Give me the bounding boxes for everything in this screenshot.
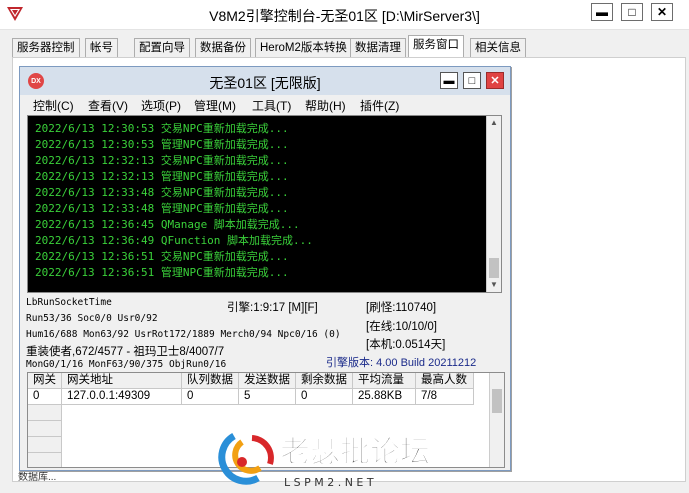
maximize-button[interactable]: □: [621, 3, 643, 21]
col-send-data: 发送数据: [239, 373, 296, 389]
col-avg-traffic: 平均流量: [353, 373, 416, 389]
engine-version: 引擎版本: 4.00 Build 20211212: [326, 357, 477, 369]
server-window: DX 无圣01区 [无限版] ▬ □ ✕ 控制(C) 查看(V) 选项(P) 管…: [19, 66, 511, 471]
log-line: 2022/6/13 12:36:51 交易NPC重新加载完成...: [35, 250, 289, 263]
server-window-title: 无圣01区 [无限版]: [209, 75, 321, 91]
hum-stats: Hum16/688 Mon63/92 UsrRot172/1889 Merch0…: [26, 329, 341, 340]
server-close-button[interactable]: ✕: [486, 72, 504, 89]
forum-watermark: 老瑟批论坛 L S P M 2 . N E T: [218, 432, 431, 489]
online-count: [在线:10/10/0]: [366, 321, 437, 333]
engine-time: 引擎:1:9:17 [M][F]: [227, 302, 318, 314]
server-minimize-button[interactable]: ▬: [440, 72, 458, 89]
col-gateway: 网关: [28, 373, 62, 389]
cell-gateway: 0: [28, 389, 62, 405]
title-bar: V8M2引擎控制台-无圣01区 [D:\MirServer3\] ▬ □ ✕: [0, 0, 689, 30]
tab-config-wizard[interactable]: 配置向导: [134, 38, 190, 57]
log-line: 2022/6/13 12:36:49 QFunction 脚本加载完成...: [35, 234, 313, 247]
menu-manage[interactable]: 管理(M): [194, 97, 236, 114]
empty-row: [28, 437, 62, 453]
watermark-url: L S P M 2 . N E T: [284, 476, 374, 489]
log-line: 2022/6/13 12:36:45 QManage 脚本加载完成...: [35, 218, 300, 231]
boss-stats: 重装使者,672/4577 - 祖玛卫士8/4007/7: [26, 346, 225, 358]
menu-help[interactable]: 帮助(H): [305, 97, 346, 114]
forum-logo-icon: [218, 432, 274, 485]
close-button[interactable]: ✕: [651, 3, 673, 21]
mong-stats: MonG0/1/16 MonF63/90/375 ObjRun0/16: [26, 359, 227, 370]
tab-service-window[interactable]: 服务窗口: [408, 35, 464, 58]
empty-row: [28, 421, 62, 437]
menu-options[interactable]: 选项(P): [141, 97, 181, 114]
log-line: 2022/6/13 12:32:13 管理NPC重新加载完成...: [35, 170, 289, 183]
tab-bar: 服务器控制 帐号 配置向导 数据备份 HeroM2版本转换 数据清理 服务窗口 …: [0, 30, 689, 58]
scroll-up-icon[interactable]: ▲: [487, 116, 501, 130]
row-stub: [28, 405, 62, 421]
cell-send-data: 5: [239, 389, 296, 405]
minimize-button[interactable]: ▬: [591, 3, 613, 21]
log-line: 2022/6/13 12:30:53 管理NPC重新加载完成...: [35, 138, 289, 151]
menu-view[interactable]: 查看(V): [88, 97, 128, 114]
watermark-text: 老瑟批论坛: [280, 435, 430, 470]
cell-max-users: 7/8: [416, 389, 474, 405]
col-remaining-data: 剩余数据: [296, 373, 353, 389]
window-title: V8M2引擎控制台-无圣01区 [D:\MirServer3\]: [209, 8, 480, 24]
row-stub: [28, 453, 62, 467]
local-uptime: [本机:0.0514天]: [366, 339, 446, 351]
tab-data-backup[interactable]: 数据备份: [195, 38, 251, 57]
server-maximize-button[interactable]: □: [463, 72, 481, 89]
server-window-titlebar[interactable]: DX 无圣01区 [无限版] ▬ □ ✕: [20, 67, 510, 95]
row-stub: [28, 437, 62, 453]
tab-data-cleanup[interactable]: 数据清理: [350, 38, 406, 57]
tab-server-control[interactable]: 服务器控制: [12, 38, 80, 57]
log-line: 2022/6/13 12:33:48 管理NPC重新加载完成...: [35, 202, 289, 215]
log-output[interactable]: 2022/6/13 12:30:53 交易NPC重新加载完成... 2022/6…: [27, 115, 502, 293]
log-scroll-thumb[interactable]: [489, 258, 499, 278]
col-queue-data: 队列数据: [182, 373, 239, 389]
refresh-count: [刷怪:110740]: [366, 302, 437, 314]
log-scrollbar[interactable]: ▲ ▼: [486, 116, 501, 292]
menu-tools[interactable]: 工具(T): [252, 97, 291, 114]
tab-account[interactable]: 帐号: [85, 38, 118, 57]
tab-herom2-convert[interactable]: HeroM2版本转换: [255, 38, 352, 57]
log-line: 2022/6/13 12:36:51 管理NPC重新加载完成...: [35, 266, 289, 279]
cell-queue-data: 0: [182, 389, 239, 405]
run-stats: Run53/36 Soc0/0 Usr0/92: [26, 313, 158, 324]
run-socket-time: LbRunSocketTime: [26, 297, 112, 308]
cell-gateway-address: 127.0.0.1:49309: [62, 389, 182, 405]
grid-header: 网关 网关地址 队列数据 发送数据 剩余数据 平均流量 最高人数: [28, 373, 474, 389]
scroll-down-icon[interactable]: ▼: [487, 278, 501, 292]
menu-bar: 控制(C) 查看(V) 选项(P) 管理(M) 工具(T) 帮助(H) 插件(Z…: [20, 95, 510, 115]
table-row[interactable]: 0 127.0.0.1:49309 0 5 0 25.88KB 7/8: [28, 389, 474, 405]
col-max-users: 最高人数: [416, 373, 474, 389]
empty-row: [28, 405, 62, 421]
empty-row: [28, 453, 62, 467]
tab-related-info[interactable]: 相关信息: [470, 38, 526, 57]
log-line: 2022/6/13 12:33:48 交易NPC重新加载完成...: [35, 186, 289, 199]
log-line: 2022/6/13 12:32:13 交易NPC重新加载完成...: [35, 154, 289, 167]
cell-avg-traffic: 25.88KB: [353, 389, 416, 405]
menu-plugins[interactable]: 插件(Z): [360, 97, 399, 114]
cell-remaining-data: 0: [296, 389, 353, 405]
grid-scroll-thumb[interactable]: [492, 389, 502, 413]
log-line: 2022/6/13 12:30:53 交易NPC重新加载完成...: [35, 122, 289, 135]
col-gateway-address: 网关地址: [62, 373, 182, 389]
row-stub: [28, 421, 62, 437]
menu-control[interactable]: 控制(C): [33, 97, 74, 114]
